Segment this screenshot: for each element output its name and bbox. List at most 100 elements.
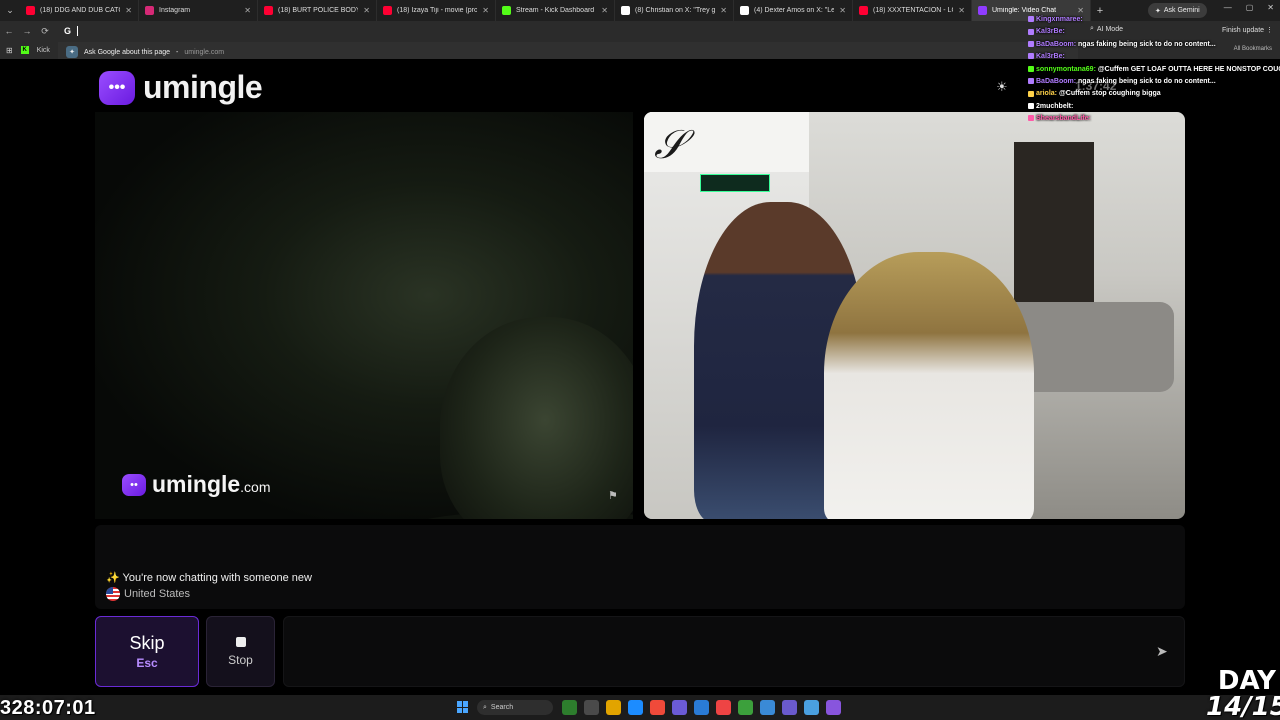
text-caret	[77, 26, 79, 36]
stop-button[interactable]: Stop	[206, 616, 275, 687]
chat-badge-icon	[1028, 103, 1034, 109]
tab-close-icon[interactable]: ✕	[720, 6, 727, 15]
stream-chat-message: Kal3rBe:	[1028, 26, 1280, 38]
suggestion-domain: umingle.com	[184, 48, 225, 56]
reload-icon[interactable]: ⟳	[36, 26, 54, 37]
browser-tab[interactable]: Instagram ✕	[139, 0, 258, 21]
bookmark-kick[interactable]: Kick	[37, 47, 50, 54]
browser-tab[interactable]: (18) DDG AND DUB CATCH BIG ✕	[20, 0, 139, 21]
taskbar-app-icon[interactable]	[826, 700, 841, 715]
windows-start-icon[interactable]	[457, 701, 469, 713]
taskbar-app-icon[interactable]	[760, 700, 775, 715]
taskbar-app-icon[interactable]	[804, 700, 819, 715]
chat-badge-icon	[1028, 16, 1034, 23]
taskbar-app-icon[interactable]	[694, 700, 709, 715]
tab-title: (4) Dexter Amos on X: "Leave t	[754, 7, 835, 14]
taskbar-app-icon[interactable]	[584, 700, 599, 715]
stream-chat-message: Kingxnmaree:	[1028, 14, 1280, 26]
tab-close-icon[interactable]: ✕	[244, 6, 251, 15]
browser-tab[interactable]: Stream - Kick Dashboard ✕	[496, 0, 615, 21]
sun-theme-icon[interactable]: ☀	[996, 79, 1008, 95]
minimize-icon[interactable]: —	[1224, 3, 1232, 12]
umingle-page: ••• umingle ☀ 𝒮 ✨ You're now chatting wi…	[0, 59, 1280, 695]
tab-close-icon[interactable]: ✕	[601, 6, 608, 15]
message-input[interactable]	[283, 616, 1185, 687]
logo-text: umingle	[143, 69, 263, 105]
umingle-logo[interactable]: ••• umingle	[99, 69, 263, 106]
chat-text: ngas faking being sick to do no content.…	[1078, 40, 1216, 48]
remote-wall-sign: 𝒮	[644, 112, 809, 172]
stop-label: Stop	[228, 652, 253, 667]
watermark-bubble-icon: ••	[122, 473, 146, 496]
taskbar-search[interactable]: ⌕ Search	[477, 700, 553, 715]
lens-sparkle-icon: ✦	[66, 46, 78, 58]
tab-close-icon[interactable]: ✕	[958, 6, 965, 15]
stream-chat-message: Kal3rBe:	[1028, 51, 1280, 63]
stream-chat-message: ariola: @Cuffem stop coughing bigga	[1028, 88, 1280, 100]
chat-username: sonnymontana69:	[1036, 65, 1096, 73]
tab-favicon-icon	[26, 6, 35, 15]
back-arrow-icon[interactable]: ←	[0, 26, 18, 36]
stop-square-icon	[235, 636, 246, 647]
stream-chat-message: ShearsbandLife:	[1028, 113, 1280, 124]
kick-icon: K	[20, 46, 29, 54]
tab-title: (18) Izaya Tiji - movie (prod sc	[397, 7, 477, 14]
send-icon[interactable]: ➤	[1156, 643, 1168, 660]
report-flag-icon[interactable]: ⚑	[608, 489, 618, 502]
tab-title: (18) DDG AND DUB CATCH BIG	[40, 7, 120, 14]
taskbar-app-icon[interactable]	[672, 700, 687, 715]
skip-shortcut: Esc	[136, 656, 158, 670]
chat-text: @Cuffem stop coughing bigga	[1058, 90, 1161, 98]
taskbar-search-label: Search	[490, 704, 514, 711]
browser-tab[interactable]: (4) Dexter Amos on X: "Leave t ✕	[734, 0, 853, 21]
forward-arrow-icon[interactable]: →	[18, 26, 36, 36]
taskbar-app-icon[interactable]	[606, 700, 621, 715]
tab-close-icon[interactable]: ✕	[839, 6, 846, 15]
taskbar-app-icon[interactable]	[628, 700, 643, 715]
tab-close-icon[interactable]: ✕	[482, 6, 489, 15]
tab-favicon-icon	[740, 6, 749, 15]
chat-badge-icon	[1028, 65, 1034, 72]
window-controls: — ▢ ✕	[1224, 3, 1274, 12]
tab-favicon-icon	[383, 6, 392, 15]
tab-close-icon[interactable]: ✕	[363, 6, 370, 15]
taskbar-app-icon[interactable]	[562, 700, 577, 715]
day-label: DAY	[1217, 666, 1276, 696]
taskbar-app-icon[interactable]	[782, 700, 797, 715]
tab-title: (8) Christian on X: "Trey gets di	[635, 7, 716, 14]
chat-badge-icon	[1028, 53, 1034, 60]
skip-label: Skip	[129, 633, 165, 653]
chat-username: ShearsbandLife:	[1036, 115, 1091, 123]
taskbar-app-icon[interactable]	[716, 700, 731, 715]
tab-title: Stream - Kick Dashboard	[516, 7, 595, 14]
chat-username: BaDaBoom:	[1036, 40, 1077, 48]
tab-favicon-icon	[502, 6, 511, 15]
stream-chat-message: BaDaBoom: ngas faking being sick to do n…	[1028, 76, 1280, 88]
taskbar-app-icon[interactable]	[650, 700, 665, 715]
suggestion-text: Ask Google about this page	[84, 48, 171, 56]
maximize-icon[interactable]: ▢	[1246, 3, 1254, 12]
chat-bubble-icon: •••	[99, 70, 135, 105]
taskbar-app-icon[interactable]	[738, 700, 753, 715]
apps-grid-icon[interactable]: ⊞	[6, 46, 13, 55]
chat-text: ngas faking being sick to do no content.…	[1078, 78, 1216, 86]
browser-tab[interactable]: (8) Christian on X: "Trey gets di ✕	[615, 0, 734, 21]
browser-tab[interactable]: (18) BURT POLICE BODYCAM F ✕	[258, 0, 377, 21]
chat-log: ✨ You're now chatting with someone new U…	[95, 525, 1185, 609]
windows-taskbar: ⌕ Search	[0, 695, 1280, 720]
tab-favicon-icon	[859, 6, 868, 15]
remote-video: 𝒮	[644, 112, 1185, 519]
browser-tab[interactable]: (18) XXXTENTACION - LOOK AT ✕	[853, 0, 972, 21]
skip-button[interactable]: Skip Esc	[95, 616, 199, 687]
partner-country-label: United States	[124, 588, 191, 600]
partner-country: United States	[106, 587, 190, 601]
tab-close-icon[interactable]: ✕	[125, 6, 132, 15]
omnibox[interactable]: G	[64, 23, 1074, 39]
stream-chat-message: BaDaBoom: ngas faking being sick to do n…	[1028, 39, 1280, 51]
tab-search-chevron-icon[interactable]: ⌄	[0, 0, 20, 21]
chat-status-message: ✨ You're now chatting with someone new	[106, 572, 312, 584]
stream-chat-message: sonnymontana69: @Cuffem GET LOAF OUTTA H…	[1028, 64, 1280, 76]
chat-username: 2muchbelt:	[1036, 102, 1074, 110]
close-window-icon[interactable]: ✕	[1267, 3, 1274, 12]
browser-tab[interactable]: (18) Izaya Tiji - movie (prod sc ✕	[377, 0, 496, 21]
